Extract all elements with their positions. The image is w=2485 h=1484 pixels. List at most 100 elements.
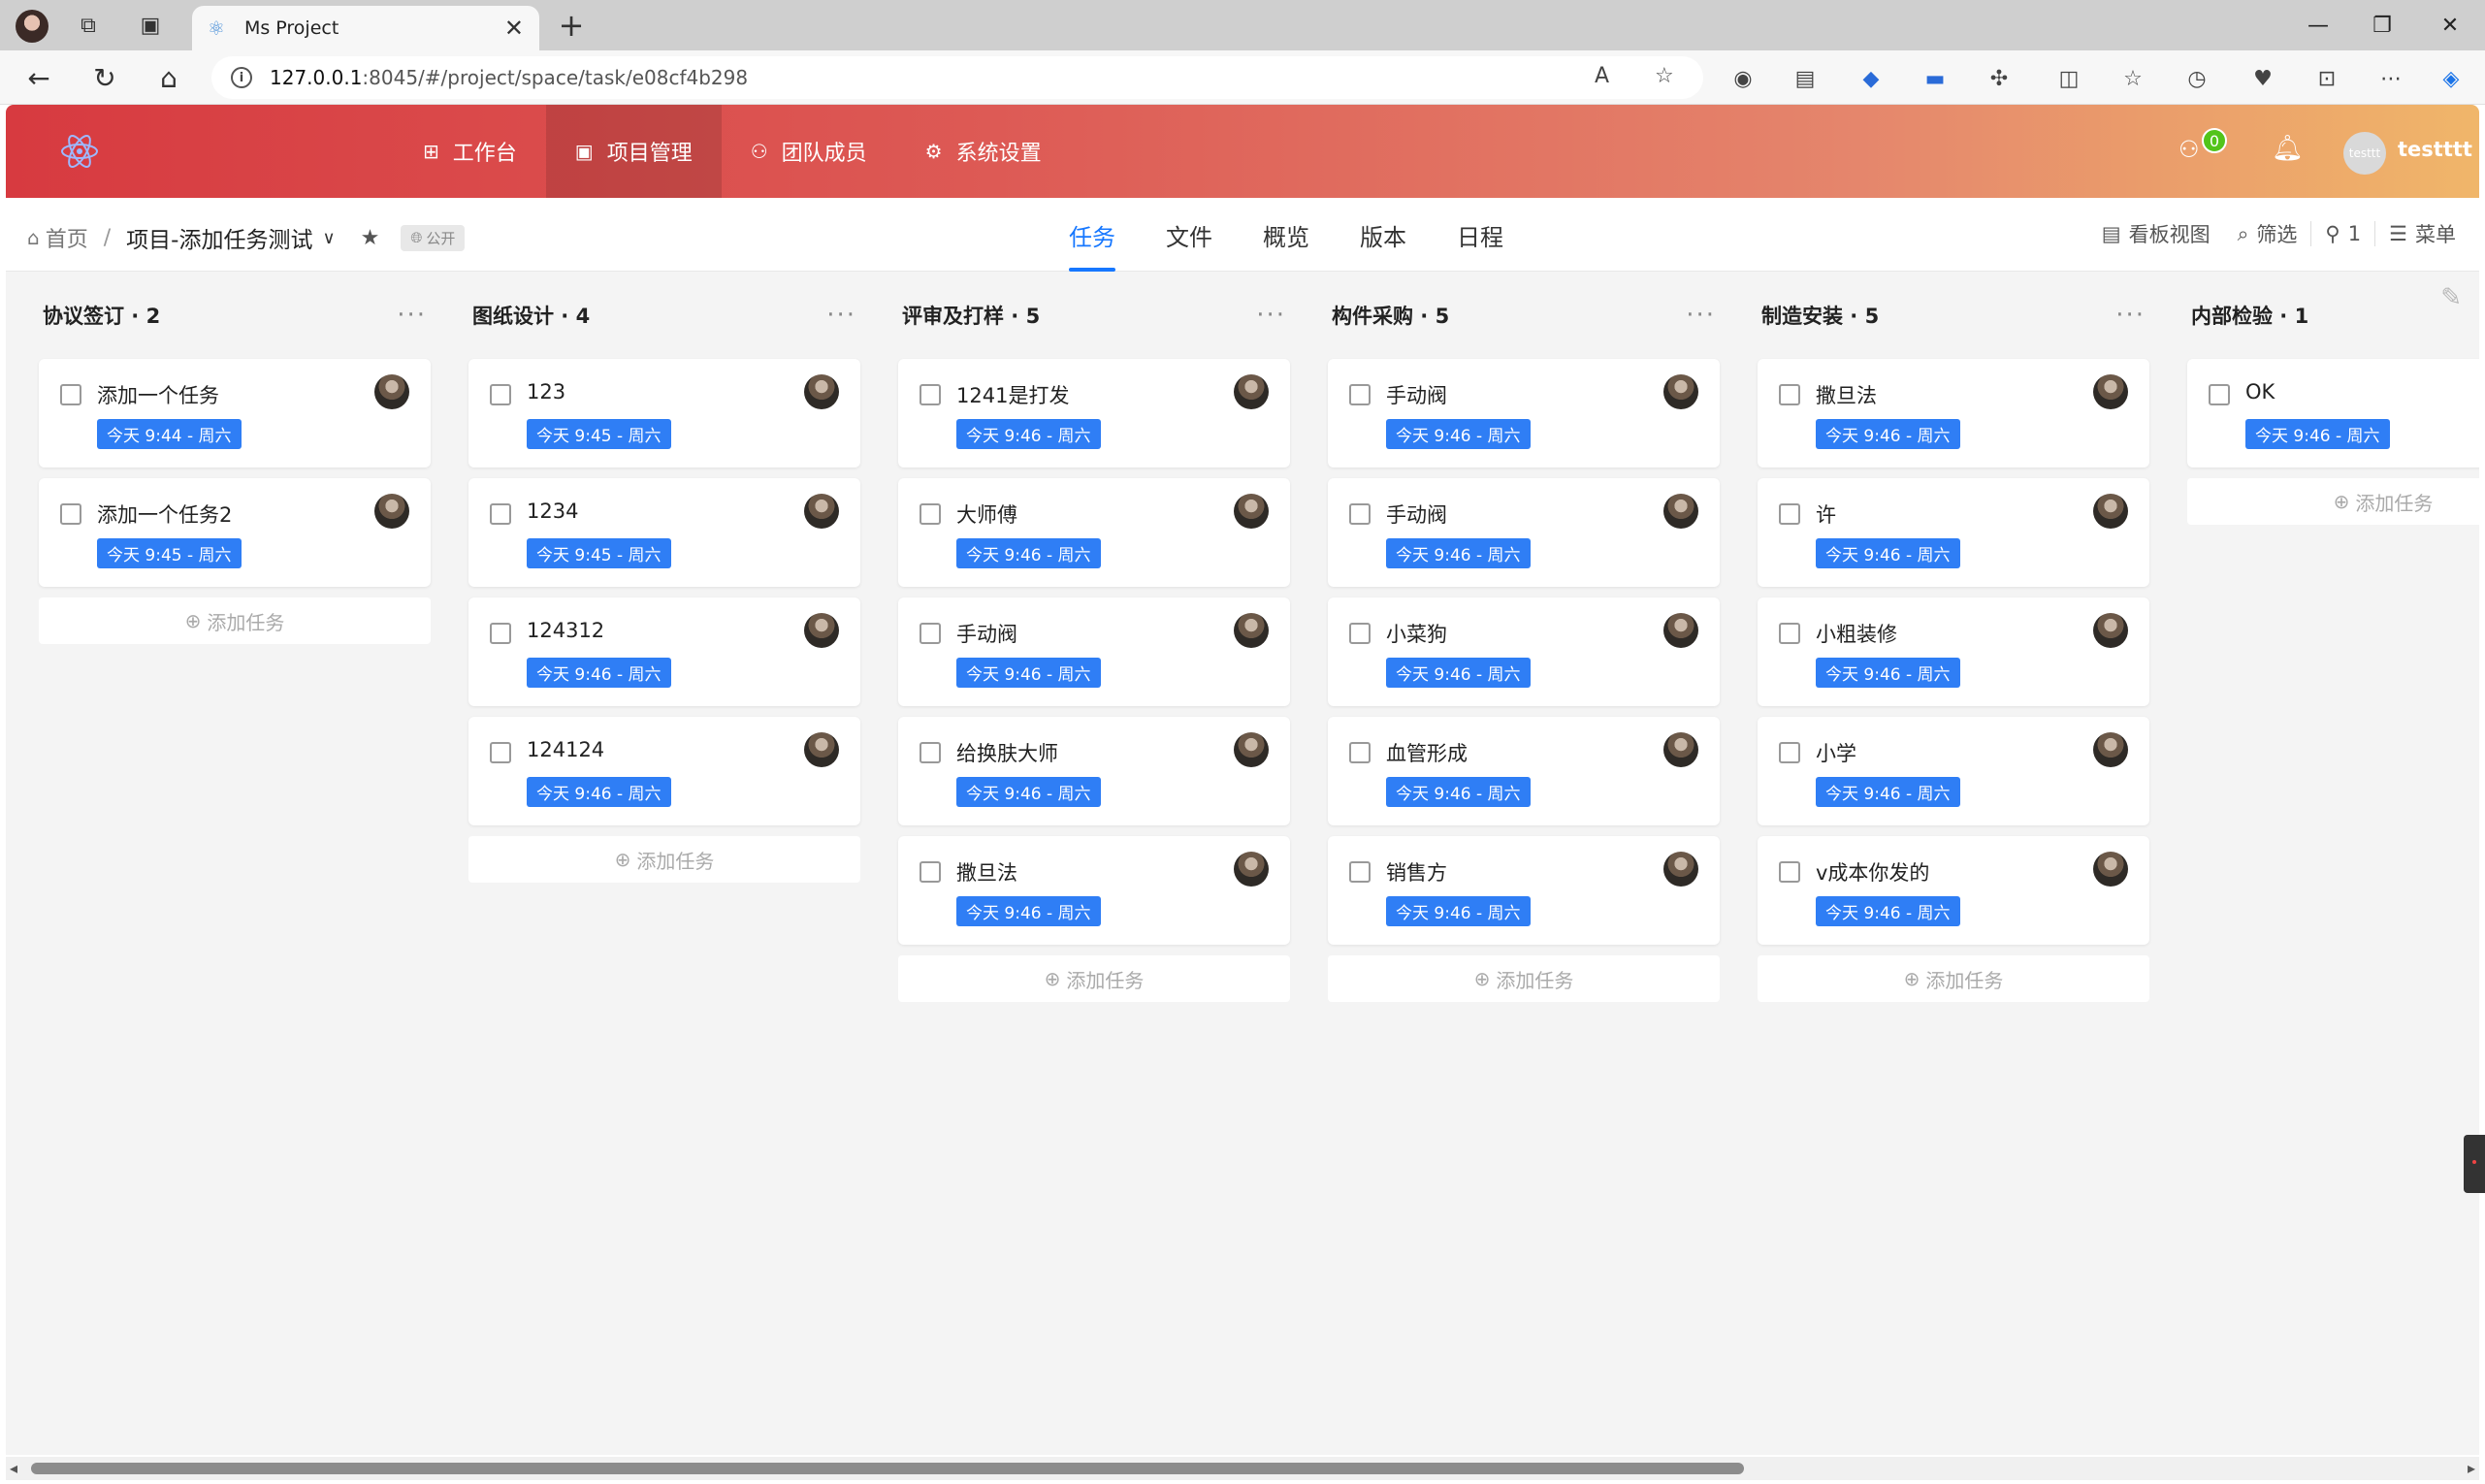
task-checkbox[interactable] — [1779, 861, 1800, 883]
assignee-avatar[interactable] — [804, 613, 839, 648]
history-icon[interactable]: ◷ — [2182, 64, 2211, 93]
home-button[interactable]: ⌂ — [151, 60, 186, 95]
task-card[interactable]: 手动阀 今天 9:46 - 周六 — [898, 597, 1290, 706]
copilot-icon[interactable]: ◈ — [2437, 64, 2466, 93]
task-card[interactable]: OK 今天 9:46 - 周六 — [2187, 359, 2479, 468]
scroll-right-arrow-icon[interactable]: ▸ — [2468, 1459, 2475, 1477]
task-checkbox[interactable] — [490, 503, 511, 525]
nav-system-settings[interactable]: ⚙ 系统设置 — [896, 105, 1071, 198]
task-card[interactable]: 添加一个任务2 今天 9:45 - 周六 — [39, 478, 431, 587]
browser-profile-avatar[interactable] — [16, 10, 48, 43]
members-button[interactable]: ⚲ 1 — [2311, 222, 2374, 245]
nav-team-members[interactable]: ⚇ 团队成员 — [722, 105, 896, 198]
task-checkbox[interactable] — [1779, 384, 1800, 405]
edit-pen-icon[interactable]: ✎ — [2440, 283, 2462, 312]
task-checkbox[interactable] — [1779, 503, 1800, 525]
more-icon[interactable]: ··· — [2115, 301, 2146, 330]
more-icon[interactable]: ··· — [397, 301, 427, 330]
assignee-avatar[interactable] — [1663, 613, 1698, 648]
task-card[interactable]: 123 今天 9:45 - 周六 — [468, 359, 860, 468]
add-task-button[interactable]: ⊕ 添加任务 — [39, 597, 431, 644]
task-card[interactable]: 1234 今天 9:45 - 周六 — [468, 478, 860, 587]
task-card[interactable]: 小菜狗 今天 9:46 - 周六 — [1328, 597, 1720, 706]
task-checkbox[interactable] — [920, 623, 941, 644]
assignee-avatar[interactable] — [804, 732, 839, 767]
project-name[interactable]: 项目-添加任务测试 — [126, 221, 312, 254]
task-checkbox[interactable] — [920, 503, 941, 525]
task-checkbox[interactable] — [1349, 384, 1371, 405]
browser-essentials-icon[interactable]: ♥ — [2248, 64, 2277, 93]
close-window-button[interactable]: ✕ — [2421, 6, 2479, 45]
task-card[interactable]: 小学 今天 9:46 - 周六 — [1758, 717, 2149, 825]
address-bar[interactable]: i 127.0.0.1:8045/#/project/space/task/e0… — [211, 56, 1703, 99]
chevron-down-icon[interactable]: ∨ — [322, 228, 335, 248]
favorite-star-icon[interactable]: ☆ — [1655, 64, 1674, 88]
assignee-avatar[interactable] — [804, 494, 839, 529]
restore-button[interactable]: ❐ — [2353, 6, 2411, 45]
assignee-avatar[interactable] — [2093, 374, 2128, 409]
task-card[interactable]: 小粗装修 今天 9:46 - 周六 — [1758, 597, 2149, 706]
minimize-button[interactable]: — — [2289, 6, 2347, 45]
tab-schedule[interactable]: 日程 — [1432, 198, 1529, 272]
scroll-left-arrow-icon[interactable]: ◂ — [10, 1459, 17, 1477]
side-panel-handle[interactable] — [2464, 1135, 2485, 1193]
assignee-avatar[interactable] — [1234, 852, 1269, 887]
task-card[interactable]: 大师傅 今天 9:46 - 周六 — [898, 478, 1290, 587]
new-tab-button[interactable]: + — [555, 9, 588, 42]
horizontal-scrollbar[interactable]: ◂ ▸ — [6, 1457, 2479, 1480]
assignee-avatar[interactable] — [1234, 732, 1269, 767]
tab-actions-icon[interactable]: ▣ — [134, 9, 167, 42]
task-checkbox[interactable] — [490, 623, 511, 644]
assignee-avatar[interactable] — [1663, 852, 1698, 887]
add-task-button[interactable]: ⊕ 添加任务 — [2187, 478, 2479, 525]
task-checkbox[interactable] — [1779, 623, 1800, 644]
task-checkbox[interactable] — [1779, 742, 1800, 763]
more-icon[interactable]: ··· — [1686, 301, 1716, 330]
add-task-button[interactable]: ⊕ 添加任务 — [1758, 955, 2149, 1002]
split-screen-icon[interactable]: ◫ — [2054, 64, 2083, 93]
back-button[interactable]: ← — [21, 60, 56, 95]
settings-more-icon[interactable]: ⋯ — [2376, 64, 2405, 93]
extension-screen-icon[interactable]: ▬ — [1920, 64, 1950, 93]
task-card[interactable]: v成本你发的 今天 9:46 - 周六 — [1758, 836, 2149, 945]
user-name[interactable]: testttt — [2398, 138, 2472, 161]
board-view-button[interactable]: ▤ 看板视图 — [2088, 219, 2224, 248]
site-info-icon[interactable]: i — [231, 67, 252, 88]
assignee-avatar[interactable] — [374, 494, 409, 529]
add-task-button[interactable]: ⊕ 添加任务 — [898, 955, 1290, 1002]
assignee-avatar[interactable] — [1234, 494, 1269, 529]
task-checkbox[interactable] — [1349, 861, 1371, 883]
assignee-avatar[interactable] — [804, 374, 839, 409]
task-checkbox[interactable] — [920, 384, 941, 405]
more-icon[interactable]: ··· — [1256, 301, 1286, 330]
task-card[interactable]: 许今天 9:46 - 周六 — [1758, 478, 2149, 587]
bell-icon[interactable]: 🔔︎ — [2272, 134, 2304, 163]
extensions-puzzle-icon[interactable]: ✣ — [1985, 64, 2014, 93]
screenshot-icon[interactable]: ⊡ — [2312, 64, 2341, 93]
task-card[interactable]: 124124 今天 9:46 - 周六 — [468, 717, 860, 825]
task-card[interactable]: 血管形成 今天 9:46 - 周六 — [1328, 717, 1720, 825]
extension-page-icon[interactable]: ▤ — [1791, 64, 1820, 93]
task-card[interactable]: 撒旦法 今天 9:46 - 周六 — [1758, 359, 2149, 468]
assignee-avatar[interactable] — [1663, 374, 1698, 409]
assignee-avatar[interactable] — [374, 374, 409, 409]
tab-overview[interactable]: 概览 — [1238, 198, 1335, 272]
assignee-avatar[interactable] — [1663, 732, 1698, 767]
task-checkbox[interactable] — [490, 742, 511, 763]
assignee-avatar[interactable] — [1234, 374, 1269, 409]
user-avatar[interactable]: testtt — [2343, 132, 2386, 175]
task-checkbox[interactable] — [1349, 503, 1371, 525]
scrollbar-thumb[interactable] — [31, 1463, 1744, 1474]
home-icon[interactable]: ⌂ — [27, 226, 40, 249]
more-icon[interactable]: ··· — [826, 301, 856, 330]
read-aloud-icon[interactable]: A — [1595, 64, 1609, 88]
assignee-avatar[interactable] — [1234, 613, 1269, 648]
assignee-avatar[interactable] — [2093, 852, 2128, 887]
workspaces-icon[interactable]: ⧉ — [72, 9, 105, 42]
team-notification-icon[interactable]: ⚇ — [2178, 136, 2200, 163]
tab-versions[interactable]: 版本 — [1335, 198, 1432, 272]
filter-button[interactable]: ⌕ 筛选 — [2224, 219, 2311, 248]
assignee-avatar[interactable] — [2093, 732, 2128, 767]
extension-cube-icon[interactable]: ◆ — [1856, 64, 1886, 93]
task-card[interactable]: 销售方 今天 9:46 - 周六 — [1328, 836, 1720, 945]
